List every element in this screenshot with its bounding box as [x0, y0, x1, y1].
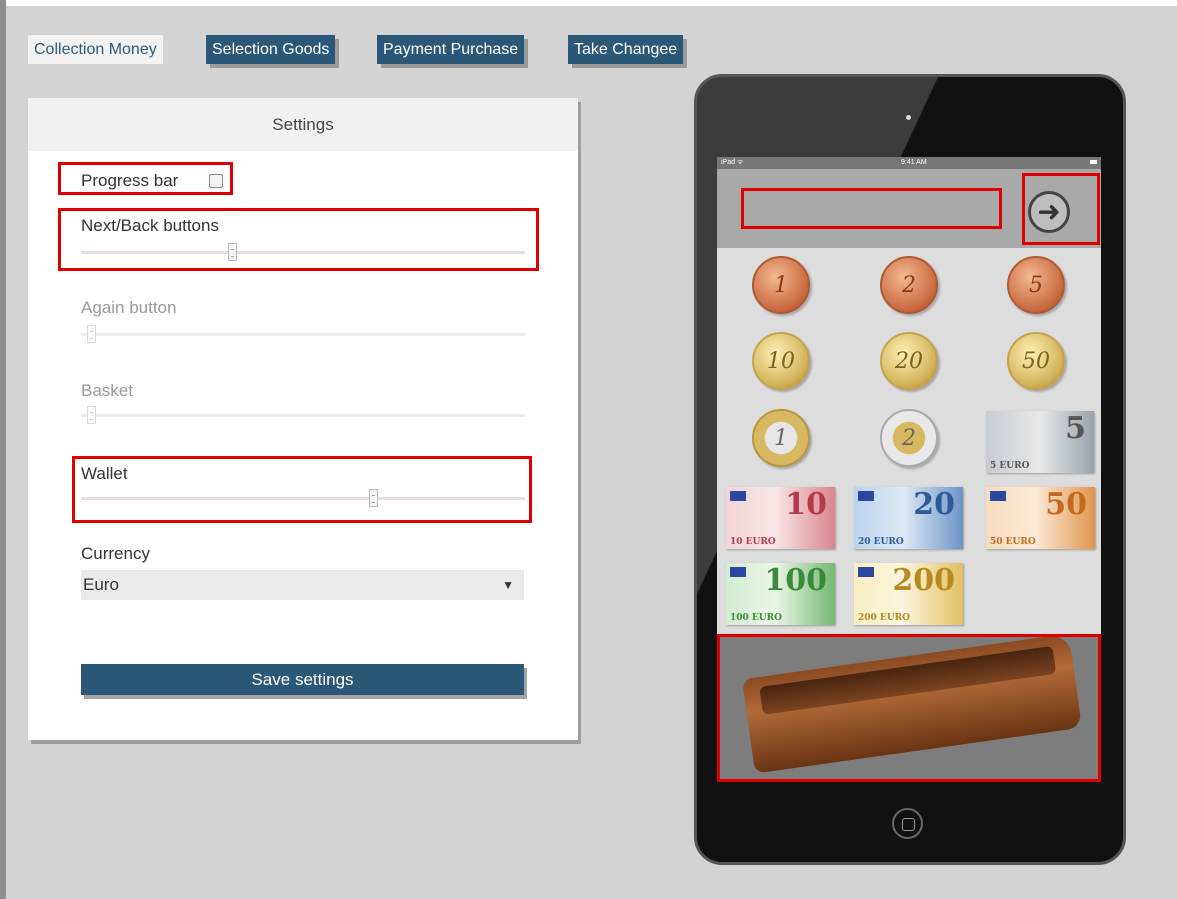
eu-flag-icon [858, 491, 874, 501]
page-top-border [6, 0, 1177, 6]
banknote-50-value: 50 [1045, 487, 1087, 522]
progress-bar-highlight [58, 162, 233, 195]
banknote-200-value: 200 [892, 563, 955, 598]
coin-50-cent[interactable]: 50 [1007, 332, 1065, 390]
status-device: iPad ᯤ [721, 159, 744, 166]
banknote-5-caption: 5 EURO [990, 461, 1030, 471]
progress-placeholder-highlight [741, 188, 1002, 229]
coin-10-cent[interactable]: 10 [752, 332, 810, 390]
tablet-status-bar: iPad ᯤ 9:41 AM [717, 157, 1101, 169]
tablet-header: ➜ [717, 169, 1101, 248]
banknote-100-caption: 100 EURO [730, 613, 782, 623]
banknote-200-euro[interactable]: 200 200 EURO [854, 563, 963, 625]
coin-1-euro[interactable]: 1 [752, 409, 810, 467]
banknote-5-value: 5 [1065, 411, 1086, 446]
save-settings-button[interactable]: Save settings [81, 664, 524, 695]
dropdown-arrow-icon: ▼ [502, 578, 514, 592]
tablet-preview: iPad ᯤ 9:41 AM ➜ 1 2 5 10 20 50 1 2 5 5 … [694, 74, 1126, 865]
banknote-20-caption: 20 EURO [858, 537, 904, 547]
again-button-slider[interactable] [81, 325, 525, 343]
basket-slider-handle[interactable] [87, 406, 96, 424]
battery-icon [1090, 160, 1097, 164]
eu-flag-icon [858, 567, 874, 577]
banknote-50-euro[interactable]: 50 50 EURO [986, 487, 1095, 549]
banknote-20-value: 20 [913, 487, 955, 522]
currency-select[interactable]: Euro ▼ [81, 570, 524, 600]
banknote-10-caption: 10 EURO [730, 537, 776, 547]
coin-2-cent[interactable]: 2 [880, 256, 938, 314]
again-button-label: Again button [81, 298, 177, 317]
banknote-10-value: 10 [785, 487, 827, 522]
banknote-50-caption: 50 EURO [990, 537, 1036, 547]
wallet-area-highlight [717, 634, 1101, 782]
basket-slider[interactable] [81, 406, 525, 424]
eu-flag-icon [990, 491, 1006, 501]
status-time: 9:41 AM [901, 159, 927, 166]
coin-5-cent[interactable]: 5 [1007, 256, 1065, 314]
currency-value: Euro [83, 575, 119, 594]
settings-panel: Settings Progress bar Next/Back buttons … [28, 98, 578, 740]
tab-payment-purchase[interactable]: Payment Purchase [377, 35, 525, 64]
settings-title: Settings [28, 98, 578, 151]
page-left-border [0, 0, 6, 899]
next-arrow-icon[interactable]: ➜ [1028, 191, 1070, 233]
camera-icon [906, 115, 911, 120]
tablet-screen: iPad ᯤ 9:41 AM ➜ 1 2 5 10 20 50 1 2 5 5 … [717, 157, 1101, 782]
coin-2-euro[interactable]: 2 [880, 409, 938, 467]
banknote-100-euro[interactable]: 100 100 EURO [726, 563, 835, 625]
tab-take-changee[interactable]: Take Changee [568, 35, 684, 64]
wallet-highlight [72, 456, 532, 523]
tab-collection-money[interactable]: Collection Money [28, 35, 163, 64]
banknote-10-euro[interactable]: 10 10 EURO [726, 487, 835, 549]
eu-flag-icon [730, 491, 746, 501]
banknote-200-caption: 200 EURO [858, 613, 910, 623]
coin-20-cent[interactable]: 20 [880, 332, 938, 390]
home-button-icon[interactable] [892, 808, 923, 839]
banknote-20-euro[interactable]: 20 20 EURO [854, 487, 963, 549]
next-back-highlight [58, 208, 539, 271]
tab-selection-goods[interactable]: Selection Goods [206, 35, 336, 64]
coin-1-cent[interactable]: 1 [752, 256, 810, 314]
currency-label: Currency [81, 544, 150, 563]
banknote-5-euro[interactable]: 5 5 EURO [986, 411, 1094, 473]
basket-label: Basket [81, 381, 133, 400]
banknote-100-value: 100 [764, 563, 827, 598]
again-button-slider-handle[interactable] [87, 325, 96, 343]
eu-flag-icon [730, 567, 746, 577]
